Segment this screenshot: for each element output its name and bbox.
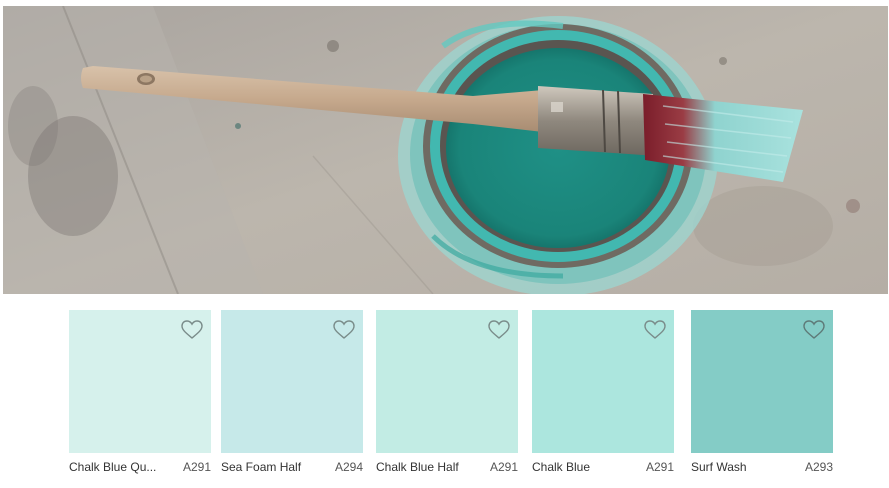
- paint-can-brush-illustration: [3, 6, 888, 294]
- swatch-code: A294: [334, 460, 363, 474]
- swatch-name[interactable]: Chalk Blue: [532, 460, 632, 474]
- heart-outline-icon[interactable]: [488, 320, 510, 340]
- swatch-code: A291: [182, 460, 211, 474]
- swatch-name[interactable]: Chalk Blue Half: [376, 460, 476, 474]
- swatch-name[interactable]: Surf Wash: [691, 460, 791, 474]
- heart-outline-icon[interactable]: [803, 320, 825, 340]
- hero-image: [3, 6, 888, 294]
- swatch-name[interactable]: Sea Foam Half: [221, 460, 321, 474]
- heart-outline-icon[interactable]: [333, 320, 355, 340]
- heart-outline-icon[interactable]: [181, 320, 203, 340]
- swatch-code: A291: [489, 460, 518, 474]
- swatch-name[interactable]: Chalk Blue Qu...: [69, 460, 169, 474]
- swatch-code: A291: [645, 460, 674, 474]
- heart-outline-icon[interactable]: [644, 320, 666, 340]
- swatch-code: A293: [804, 460, 833, 474]
